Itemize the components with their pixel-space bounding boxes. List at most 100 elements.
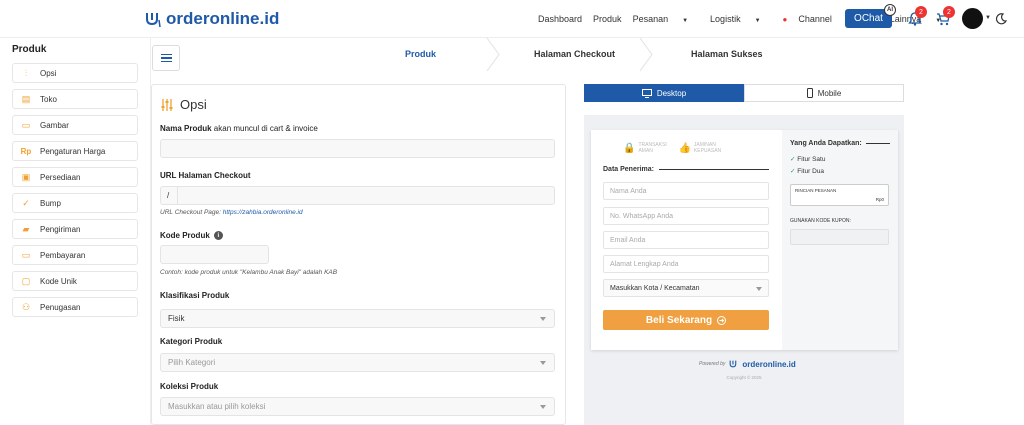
info-icon[interactable]: i [213,231,223,240]
cart-count-badge: 2 [943,6,955,18]
phone-icon [806,88,813,98]
url-label: URL Halaman Checkout [160,171,251,180]
nav-pesanan[interactable]: Pesanan ▼ [633,14,699,24]
sidebar-item-opsi[interactable]: ⫶ Opsi [12,63,138,83]
preview-tabs: Desktop Mobile [584,84,904,102]
sidebar-item-label: Bump [40,198,61,208]
sidebar-item-bump[interactable]: ✓ Bump [12,193,138,213]
order-total: Rp0 [875,197,884,202]
nama-field[interactable]: Nama Anda [603,182,769,200]
top-bar: orderonline.id Dashboard Produk Pesanan ▼… [0,0,1024,38]
nama-produk-label-rest: akan muncul di cart & invoice [211,124,318,133]
avatar[interactable] [962,8,983,29]
step-halaman-checkout[interactable]: Halaman Checkout [534,49,615,59]
menu-toggle-button[interactable] [152,45,180,71]
kode-produk-label: Kode Produk i [160,231,223,240]
logo[interactable]: orderonline.id [145,9,279,29]
menu-icon [160,60,172,63]
logo-icon [146,13,161,28]
sidebar-title: Produk [12,44,47,55]
sliders-icon: ⫶ [24,67,28,78]
users-icon: ⚇ [21,301,31,312]
store-icon: ▤ [21,93,31,104]
koleksi-label: Koleksi Produk [160,382,218,391]
sidebar-item-persediaan[interactable]: ▣ Persediaan [12,167,138,187]
nav-dashboard[interactable]: Dashboard [538,14,582,24]
thumbs-up-icon: 👍 [678,142,691,154]
menu-icon [160,53,172,56]
data-penerima-heading: Data Penerima: [603,166,769,173]
sidebar-item-label: Pembayaran [40,250,86,260]
whatsapp-field[interactable]: No. WhatsApp Anda [603,207,769,225]
sidebar-item-kode-unik[interactable]: ▢ Kode Unik [12,271,138,291]
chevron-down-icon [540,317,546,321]
logo-icon [730,360,737,368]
kode-produk-label-text: Kode Produk [160,231,210,240]
rp-icon: Rp [20,146,32,156]
powered-by-logo: orderonline.id [742,359,796,369]
sidebar: Produk ⫶ Opsi ▤ Toko ▭ Gambar Rp Pengaturan … [0,38,151,425]
buy-now-label: Beli Sekarang [645,314,713,326]
divider [658,169,769,170]
chevron-down-icon[interactable]: ▼ [985,15,991,21]
kategori-select[interactable]: Pilih Kategori [160,353,555,372]
summary-column: Yang Anda Dapatkan: ✓ Fitur Satu ✓ Fitur… [782,130,898,350]
koleksi-select[interactable]: Masukkan atau pilih koleksi [160,397,555,416]
nav-logistik[interactable]: Logistik ▼ [710,14,771,24]
sidebar-item-label: Pengaturan Harga [40,146,106,156]
klasifikasi-select[interactable]: Fisik [160,309,555,328]
tab-desktop-label: Desktop [656,88,687,98]
sidebar-item-pengiriman[interactable]: ▰ Pengiriman [12,219,138,239]
kategori-label: Kategori Produk [160,337,222,346]
sidebar-item-toko[interactable]: ▤ Toko [12,89,138,109]
order-summary-title: RINCIAN PESANAN [795,188,837,193]
main-nav: Dashboard Produk Pesanan ▼ Logistik ▼ ● Cha… [538,0,963,38]
sidebar-item-penugasan[interactable]: ⚇ Penugasan [12,297,138,317]
panel-title-text: Opsi [180,97,207,112]
nama-produk-input[interactable] [160,139,555,158]
coupon-label: GUNAKAN KODE KUPON: [790,218,851,224]
check-icon: ✓ [22,197,30,208]
sidebar-item-gambar[interactable]: ▭ Gambar [12,115,138,135]
coupon-input[interactable] [790,229,889,245]
sidebar-item-label: Gambar [40,120,69,130]
kota-select[interactable]: Masukkan Kota / Kecamatan [603,279,769,297]
alamat-field[interactable]: Alamat Lengkap Anda [603,255,769,273]
kota-placeholder: Masukkan Kota / Kecamatan [610,284,700,292]
step-halaman-sukses[interactable]: Halaman Sukses [691,49,763,59]
divider [865,143,890,144]
moon-icon[interactable] [995,12,1008,25]
step-produk[interactable]: Produk [405,49,436,59]
url-input[interactable] [177,186,555,205]
sidebar-item-pengaturan-harga[interactable]: Rp Pengaturan Harga [12,141,138,161]
lock-icon: 🔒 [623,142,636,154]
kode-produk-input[interactable] [160,245,269,264]
checkout-preview: 🔒 TRANSAKSI AMAN 👍 JAMINAN KEPUASAN Data… [584,115,904,425]
logo-text: orderonline.id [166,9,280,28]
klasifikasi-label-text: Klasifikasi Produk [160,291,230,300]
email-field[interactable]: Email Anda [603,231,769,249]
powered-by: Powered by orderonline.id [699,359,796,369]
tab-mobile[interactable]: Mobile [744,84,904,102]
buy-now-button[interactable]: Beli Sekarang [603,310,769,330]
card-icon: ▭ [21,249,31,260]
sidebar-item-pembayaran[interactable]: ▭ Pembayaran [12,245,138,265]
nav-logistik-label: Logistik [710,14,741,24]
step-separator-icon [639,38,653,71]
koleksi-label-text: Koleksi Produk [160,382,219,391]
chevron-down-icon [540,405,546,409]
url-label-text: URL Halaman Checkout [160,171,251,180]
sidebar-item-label: Toko [40,94,57,104]
sidebar-item-label: Penugasan [40,302,81,312]
nav-pesanan-label: Pesanan [632,14,669,24]
url-help-link[interactable]: https://zahbia.orderonline.id [223,209,303,216]
trust-badges: 🔒 TRANSAKSI AMAN 👍 JAMINAN KEPUASAN [623,142,724,154]
koleksi-placeholder: Masukkan atau pilih koleksi [168,402,266,411]
nav-produk[interactable]: Produk [593,14,622,24]
box-icon: ▣ [21,171,31,182]
chevron-down-icon [756,287,762,291]
guarantee-text: JAMINAN KEPUASAN [693,142,722,154]
sliders-icon [161,98,173,111]
tab-desktop[interactable]: Desktop [584,84,744,102]
benefit-item: ✓ Fitur Dua [790,167,824,175]
